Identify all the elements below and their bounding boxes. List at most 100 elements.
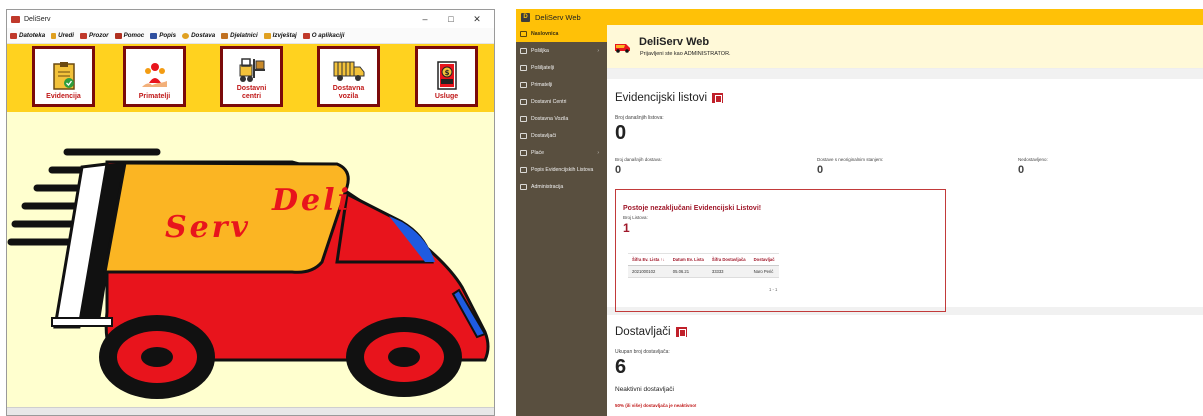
forklift-icon <box>239 58 265 82</box>
dostavljaci-title: Dostavljači <box>615 326 1196 338</box>
table-header-row: Šifra Ev. Lista ↑↓ Datum Ev. Lista Šifra… <box>628 253 779 266</box>
broj-listova-label: Broj današnjih listova: <box>615 115 664 121</box>
sidebar-item-label: Plaće <box>531 149 544 156</box>
stat-value: 0 <box>1018 164 1025 176</box>
window-icon <box>79 32 87 39</box>
stat-value: 0 <box>615 164 622 176</box>
sidebar-item-naslovnica[interactable]: Naslovnica <box>516 25 607 42</box>
table-cell: Naro Perić <box>749 265 779 278</box>
table-row[interactable]: 2021000102 05.06.21 33333 Naro Perić <box>628 265 779 278</box>
main-content: DeliServ Web Prijavljeni ste kao ADMINIS… <box>607 25 1203 416</box>
column-header-dostavljac[interactable]: Dostavljač <box>749 253 779 266</box>
sidebar-item-posiljatelji[interactable]: Pošiljatelji <box>516 59 607 76</box>
menu-label: Dostava <box>191 32 216 39</box>
sidebar: Naslovnica Pošiljka › Pošiljatelji Primat… <box>516 25 607 416</box>
web-top-bar: D DeliServ Web <box>516 9 1203 25</box>
dostavna-vozila-button[interactable]: Dostavna vozila <box>317 46 380 107</box>
ukupan-value: 6 <box>615 356 627 378</box>
column-header-sifra-dostavljaca[interactable]: Šifra Dostavljača <box>707 253 750 266</box>
money-icon <box>520 149 527 156</box>
web-app: D DeliServ Web Naslovnica Pošiljka › Poši… <box>516 9 1203 416</box>
menu-prozor[interactable]: Prozor <box>79 32 109 39</box>
sidebar-item-dostavljaci[interactable]: Dostavljači <box>516 127 607 144</box>
menu-label: O aplikaciji <box>311 32 345 39</box>
welcome-subtitle: Prijavljeni ste kao ADMINISTRATOR. <box>640 51 731 57</box>
table-cell: 05.06.21 <box>668 265 708 278</box>
sidebar-item-label: Dostavni Centri <box>531 98 567 105</box>
logo-serv-text: Serv <box>165 210 251 245</box>
admin-icon <box>520 183 527 190</box>
pencil-icon <box>51 32 57 39</box>
users-icon <box>675 327 687 337</box>
sidebar-item-label: Primatelji <box>531 81 553 88</box>
sidebar-item-dostavni-centri[interactable]: Dostavni Centri <box>516 93 607 110</box>
column-header-sifra[interactable]: Šifra Ev. Lista ↑↓ <box>628 253 669 266</box>
menu-izvjestaj[interactable]: Izvještaj <box>263 32 297 39</box>
user-icon <box>520 64 527 71</box>
menu-popis[interactable]: Popis <box>150 32 176 39</box>
table-pager: 1 - 1 <box>769 287 778 292</box>
desktop-window: DeliServ – □ ✕ Datoteka Uredi Prozor Pom… <box>6 9 495 416</box>
menu-datoteka[interactable]: Datoteka <box>10 32 45 39</box>
sidebar-item-popis-evidencijskih[interactable]: Popis Evidencijskih Listova <box>516 161 607 178</box>
menu-uredi[interactable]: Uredi <box>51 32 74 39</box>
column-header-datum[interactable]: Datum Ev. Lista <box>668 253 708 266</box>
window-title: DeliServ <box>24 15 51 23</box>
menu-label: Uredi <box>58 32 74 39</box>
sidebar-item-place[interactable]: Plaće › <box>516 144 607 161</box>
menu-label: Izvještaj <box>272 32 297 39</box>
menu-o-aplikaciji[interactable]: O aplikaciji <box>302 32 345 39</box>
minimize-button[interactable]: – <box>412 14 438 24</box>
evidencijski-title: Evidencijski listovi <box>615 92 1196 104</box>
alert-title: Postoje nezaključani Evidencijski Listov… <box>623 205 762 212</box>
close-button[interactable]: ✕ <box>464 14 490 25</box>
sidebar-item-posiljka[interactable]: Pošiljka › <box>516 42 607 59</box>
alert-label: Broj Listova: <box>623 215 648 220</box>
stat-label: Nedostavljeno: <box>1018 157 1048 162</box>
coin-icon: $ <box>436 61 457 90</box>
dostavljaci-title-text: Dostavljači <box>615 326 671 338</box>
info-icon <box>302 32 310 39</box>
web-app-title: DeliServ Web <box>535 12 581 22</box>
menu-pomoc[interactable]: Pomoc <box>114 32 145 39</box>
welcome-banner: DeliServ Web Prijavljeni ste kao ADMINIS… <box>607 25 1203 69</box>
sidebar-item-label: Dostavljači <box>531 132 557 139</box>
usluge-label: Usluge <box>434 93 459 100</box>
evidencija-button[interactable]: Evidencija <box>32 46 95 107</box>
deliserv-small-logo <box>615 43 630 53</box>
neaktivni-warning: 50% (ili više) dostavljača je neaktivno! <box>615 403 697 408</box>
logo-deli-text: Deli <box>271 183 352 218</box>
stat-value: 0 <box>817 164 824 176</box>
status-bar <box>7 407 494 415</box>
menu-label: Datoteka <box>19 32 46 39</box>
stat-neoriginalno: Dostave s neoriginalnim stanjem: 0 <box>817 157 883 176</box>
sidebar-item-label: Dostavna Vozila <box>531 115 569 122</box>
menu-label: Djelatnici <box>230 32 258 39</box>
menu-djelatnici[interactable]: Djelatnici <box>221 32 258 39</box>
toolbar: Evidencija Primatelji Dostavni centri Do… <box>7 44 494 112</box>
stat-label: Broj današnjih dostava: <box>615 157 662 162</box>
evidencijski-table: Šifra Ev. Lista ↑↓ Datum Ev. Lista Šifra… <box>628 253 779 278</box>
sidebar-item-primatelji[interactable]: Primatelji <box>516 76 607 93</box>
people-icon <box>141 63 167 87</box>
evidencijski-title-text: Evidencijski listovi <box>615 92 708 104</box>
dostavni-centri-button[interactable]: Dostavni centri <box>220 46 283 107</box>
usluge-button[interactable]: $ Usluge <box>415 46 478 107</box>
clipboard-icon <box>52 62 75 90</box>
menu-dostava[interactable]: Dostava <box>182 32 215 39</box>
table-cell: 2021000102 <box>628 265 669 278</box>
primatelji-button[interactable]: Primatelji <box>123 46 186 107</box>
sidebar-item-administracija[interactable]: Administracija <box>516 178 607 195</box>
folder-icon <box>10 32 17 39</box>
deliserv-truck-logo: Deli Serv <box>7 148 490 399</box>
maximize-button[interactable]: □ <box>438 14 464 24</box>
menu-label: Pomoc <box>123 32 145 39</box>
app-logo-icon: D <box>521 12 530 22</box>
sidebar-item-dostavna-vozila[interactable]: Dostavna Vozila <box>516 110 607 127</box>
list-icon <box>150 32 158 39</box>
alert-count: 1 <box>623 221 630 235</box>
evidencijski-card: Evidencijski listovi Broj današnjih list… <box>607 79 1203 312</box>
document-icon <box>520 166 527 173</box>
report-icon <box>263 32 271 39</box>
desktop-canvas: Deli Serv <box>7 112 494 409</box>
